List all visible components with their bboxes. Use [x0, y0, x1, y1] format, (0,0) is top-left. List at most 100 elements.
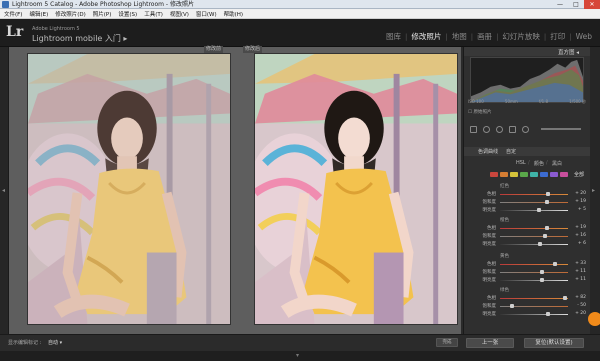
- slider-value[interactable]: - 50: [568, 303, 586, 308]
- module-map[interactable]: 地图: [448, 31, 471, 42]
- slider-value[interactable]: + 16: [568, 233, 586, 238]
- brush-slider[interactable]: [541, 128, 581, 130]
- graduated-filter-icon[interactable]: [509, 125, 516, 133]
- slider-track[interactable]: [500, 236, 568, 237]
- done-button[interactable]: 完成: [436, 338, 458, 347]
- slider-knob[interactable]: [539, 278, 544, 282]
- slider-value[interactable]: + 5: [568, 207, 586, 212]
- slider-knob[interactable]: [544, 226, 549, 230]
- after-photo: [254, 53, 458, 325]
- menu-edit[interactable]: 编辑(E): [29, 10, 48, 18]
- hsl-group-title: 绿色: [500, 288, 509, 293]
- right-panel-collapsed[interactable]: ▸: [590, 47, 600, 334]
- tab-color[interactable]: 颜色: [534, 160, 544, 167]
- color-chip[interactable]: [560, 172, 568, 177]
- red-eye-icon[interactable]: [496, 125, 503, 133]
- menu-photo[interactable]: 照片(P): [93, 10, 112, 18]
- hsl-group: 绿色 色相 + 82 饱和度 - 50 明亮度 + 20: [464, 287, 591, 319]
- module-book[interactable]: 画册: [473, 31, 496, 42]
- crop-icon[interactable]: [470, 125, 477, 133]
- exif-iso: ISO 100: [468, 99, 484, 104]
- histogram-header[interactable]: 直方图 ◂: [464, 47, 591, 56]
- module-web[interactable]: Web: [572, 32, 596, 41]
- slider-track[interactable]: [500, 244, 568, 245]
- hsl-group-title: 红色: [500, 184, 509, 189]
- tab-bw[interactable]: 黑白: [552, 160, 562, 167]
- menu-settings[interactable]: 设置(S): [118, 10, 137, 18]
- reset-button[interactable]: 复位(默认设置): [524, 338, 584, 348]
- slider-track[interactable]: [500, 264, 568, 265]
- slider-knob[interactable]: [562, 296, 567, 300]
- color-chip[interactable]: [530, 172, 538, 177]
- lr-logo: Lr: [6, 24, 24, 40]
- slider-value[interactable]: + 11: [568, 269, 586, 274]
- slider-track[interactable]: [500, 272, 568, 273]
- slider-value[interactable]: + 20: [568, 311, 586, 316]
- filmstrip-collapsed[interactable]: ▾: [0, 351, 600, 361]
- slider-knob[interactable]: [537, 242, 542, 246]
- all-colors-button[interactable]: 全部: [574, 171, 584, 178]
- menu-tools[interactable]: 工具(T): [144, 10, 163, 18]
- floating-badge[interactable]: [588, 312, 600, 326]
- color-chip[interactable]: [490, 172, 498, 177]
- left-panel-collapsed[interactable]: ◂: [0, 47, 9, 334]
- color-chip[interactable]: [550, 172, 558, 177]
- menu-file[interactable]: 文件(F): [4, 10, 22, 18]
- slider-value[interactable]: + 6: [568, 241, 586, 246]
- slider-value[interactable]: + 33: [568, 261, 586, 266]
- edit-pins-select[interactable]: 自动 ▾: [48, 339, 62, 346]
- color-chip[interactable]: [520, 172, 528, 177]
- slider-knob[interactable]: [509, 304, 514, 308]
- slider-value[interactable]: + 82: [568, 295, 586, 300]
- slider-knob[interactable]: [539, 270, 544, 274]
- module-print[interactable]: 打印: [546, 31, 569, 42]
- slider-knob[interactable]: [536, 208, 541, 212]
- tone-curve-header[interactable]: 色调曲线 自定: [464, 147, 591, 156]
- close-button[interactable]: ✕: [584, 0, 600, 9]
- module-library[interactable]: 图库: [382, 31, 405, 42]
- hsl-slider-row: 饱和度 + 19: [464, 199, 591, 205]
- expand-left-icon[interactable]: ◂: [2, 187, 5, 194]
- previous-button[interactable]: 上一张: [466, 338, 514, 348]
- module-develop[interactable]: 修改照片: [407, 31, 445, 42]
- slider-knob[interactable]: [552, 262, 557, 266]
- slider-label: 饱和度: [482, 270, 497, 275]
- slider-knob[interactable]: [542, 234, 547, 238]
- original-photo-toggle[interactable]: ☐ 原始照片: [468, 109, 491, 115]
- radial-filter-icon[interactable]: [522, 125, 529, 133]
- tab-hsl[interactable]: HSL: [516, 160, 526, 166]
- slider-value[interactable]: + 20: [568, 191, 586, 196]
- menu-develop[interactable]: 修改照片(D): [55, 10, 86, 18]
- slider-track[interactable]: [500, 314, 568, 315]
- slider-value[interactable]: + 19: [568, 199, 586, 204]
- color-chip[interactable]: [510, 172, 518, 177]
- expand-right-icon[interactable]: ▸: [592, 187, 595, 194]
- slider-track[interactable]: [500, 202, 568, 203]
- tone-curve-mode[interactable]: 自定: [506, 148, 516, 155]
- color-chip[interactable]: [500, 172, 508, 177]
- menu-window[interactable]: 窗口(W): [196, 10, 217, 18]
- slider-track[interactable]: [500, 298, 568, 299]
- spot-removal-icon[interactable]: [483, 125, 490, 133]
- expand-filmstrip-icon[interactable]: ▾: [296, 352, 299, 359]
- window-controls: — □ ✕: [552, 0, 600, 9]
- maximize-button[interactable]: □: [568, 0, 584, 9]
- checkbox-icon[interactable]: ☐: [468, 110, 472, 115]
- slider-track[interactable]: [500, 280, 568, 281]
- slider-knob[interactable]: [544, 200, 549, 204]
- slider-knob[interactable]: [546, 312, 551, 316]
- slider-knob[interactable]: [546, 192, 551, 196]
- slider-value[interactable]: + 19: [568, 225, 586, 230]
- mobile-link[interactable]: Lightroom mobile 入门 ▸: [32, 33, 127, 44]
- module-slideshow[interactable]: 幻灯片放映: [498, 31, 544, 42]
- minimize-button[interactable]: —: [552, 0, 568, 9]
- slider-track[interactable]: [500, 194, 568, 195]
- original-photo-label: 原始照片: [473, 110, 492, 115]
- color-chip[interactable]: [540, 172, 548, 177]
- menu-view[interactable]: 视图(V): [170, 10, 189, 18]
- slider-track[interactable]: [500, 228, 568, 229]
- slider-value[interactable]: + 11: [568, 277, 586, 282]
- menu-help[interactable]: 帮助(H): [224, 10, 243, 18]
- slider-track[interactable]: [500, 210, 568, 211]
- slider-label: 明亮度: [482, 312, 497, 317]
